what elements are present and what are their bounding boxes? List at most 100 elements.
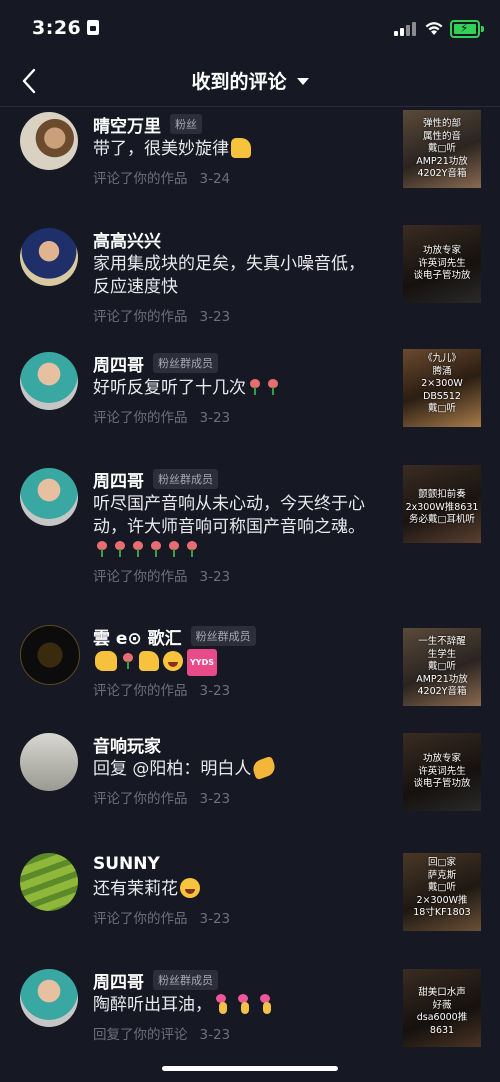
thumbs-up-emoji-icon	[139, 651, 159, 671]
comment-text: 听尽国产音响从未心动，今天终于心动，许大师音响可称国产音响之魂。	[93, 493, 368, 562]
status-time-text: 3:26	[32, 17, 82, 39]
avatar[interactable]	[20, 112, 78, 170]
page-title: 收到的评论	[191, 71, 287, 93]
comment-text-content: 带了，很美妙旋律	[93, 139, 229, 159]
comment-meta: 评论了你的作品 3-23	[93, 406, 230, 426]
battery-charging-icon: ⚡	[450, 20, 484, 38]
rose-emoji-icon	[150, 541, 162, 557]
grinning-emoji-icon	[163, 651, 183, 671]
avatar[interactable]	[20, 733, 78, 791]
comment-text: 好听反复听了十几次	[93, 377, 368, 400]
video-thumbnail[interactable]: 一生不辞醒 生学生 戴□听 AMP21功放 4202Y音箱	[403, 628, 481, 706]
comment-text: 陶醉听出耳油，	[93, 994, 368, 1017]
rose-emoji-icon	[114, 541, 126, 557]
laughing-emoji-icon	[180, 878, 200, 898]
comment-action: 评论了你的作品	[93, 309, 188, 325]
rose-emoji-icon	[168, 541, 180, 557]
rose-emoji-icon	[132, 541, 144, 557]
clapping-emoji-icon	[95, 651, 117, 671]
user-name[interactable]: 音响玩家	[93, 732, 161, 757]
comment-text: 回复 @阳柏：明白人	[93, 755, 368, 781]
comment-item[interactable]: 高高兴兴 家用集成块的足矣，失真小噪音低，反应速度快 评论了你的作品 3-23 功…	[0, 225, 500, 349]
comment-meta: 评论了你的作品 3-23	[93, 565, 230, 585]
comment-item[interactable]: 雲 e⊙ 歌汇 粉丝群成员 YYDS 评论了你的作品 3-23 一生不辞醒 生学生…	[0, 625, 500, 733]
rose-emoji-icon	[267, 379, 279, 395]
comment-date: 3-23	[199, 569, 231, 585]
comment-list[interactable]: 晴空万里 粉丝 带了，很美妙旋律 评论了你的作品 3-24 弹性的部 属性的音 戴…	[0, 107, 500, 1082]
avatar[interactable]	[20, 969, 78, 1027]
comment-item[interactable]: 周四哥 粉丝群成员 陶醉听出耳油， 回复了你的评论 3-23 甜美口水声 好薇 d…	[0, 969, 500, 1079]
thumbnail-caption: 甜美口水声 好薇 dsa6000推8631	[416, 987, 468, 1036]
comment-action: 评论了你的作品	[93, 791, 188, 807]
fan-badge: 粉丝	[170, 114, 202, 134]
comment-item[interactable]: 晴空万里 粉丝 带了，很美妙旋律 评论了你的作品 3-24 弹性的部 属性的音 戴…	[0, 107, 500, 225]
comment-meta: 评论了你的作品 3-23	[93, 907, 230, 927]
video-thumbnail[interactable]: 回□家 萨克斯 戴□听 2×300W推 18寸KF1803	[403, 853, 481, 931]
comment-item[interactable]: 周四哥 粉丝群成员 听尽国产音响从未心动，今天终于心动，许大师音响可称国产音响之…	[0, 465, 500, 625]
thumbnail-caption: 一生不辞醒 生学生 戴□听 AMP21功放 4202Y音箱	[416, 636, 468, 697]
comment-date: 3-23	[199, 309, 231, 325]
comment-date: 3-24	[199, 171, 231, 187]
comment-action: 评论了你的作品	[93, 171, 188, 187]
comment-date: 3-23	[199, 1027, 231, 1043]
comment-text-content: 听尽国产音响从未心动，今天终于心动，许大师音响可称国产音响之魂。	[93, 494, 365, 537]
rose-emoji-icon	[122, 653, 134, 669]
video-thumbnail[interactable]: 弹性的部 属性的音 戴□听 AMP21功放 4202Y音箱	[403, 110, 481, 188]
comment-text: 带了，很美妙旋律	[93, 138, 368, 161]
wifi-icon	[425, 22, 443, 35]
portrait-lock-icon	[87, 20, 100, 35]
home-indicator[interactable]	[162, 1066, 338, 1071]
user-name[interactable]: SUNNY	[93, 854, 160, 874]
avatar[interactable]	[20, 625, 80, 685]
avatar[interactable]	[20, 352, 78, 410]
comment-item[interactable]: SUNNY 还有茉莉花 评论了你的作品 3-23 回□家 萨克斯 戴□听 2×30…	[0, 853, 500, 969]
user-name[interactable]: 高高兴兴	[93, 227, 161, 252]
avatar[interactable]	[20, 853, 78, 911]
thumbnail-caption: 弹性的部 属性的音 戴□听 AMP21功放 4202Y音箱	[416, 118, 468, 179]
video-thumbnail[interactable]: 功放专家 许英词先生 谈电子管功放	[403, 733, 481, 811]
comment-meta: 评论了你的作品 3-23	[93, 787, 230, 807]
video-thumbnail[interactable]: 颤颤扣前奏 2x300W推8631 务必戴□耳机听	[403, 465, 481, 543]
thumbnail-caption: 功放专家 许英词先生 谈电子管功放	[413, 753, 471, 789]
user-name[interactable]: 周四哥	[93, 467, 144, 492]
rose-emoji-icon	[186, 541, 198, 557]
comment-action: 评论了你的作品	[93, 911, 188, 927]
comment-date: 3-23	[199, 911, 231, 927]
comment-date: 3-23	[199, 791, 231, 807]
comment-date: 3-23	[199, 683, 231, 699]
user-name[interactable]: 雲 e⊙ 歌汇	[93, 624, 182, 649]
status-bar: 3:26 ⚡	[0, 0, 500, 56]
rose-emoji-icon	[96, 541, 108, 557]
thumbs-up-emoji-icon	[231, 138, 251, 158]
avatar[interactable]	[20, 228, 78, 286]
fan-group-badge: 粉丝群成员	[190, 626, 256, 646]
user-name[interactable]: 晴空万里	[93, 112, 161, 137]
comment-item[interactable]: 周四哥 粉丝群成员 好听反复听了十几次 评论了你的作品 3-23 《九儿》 腾涌 …	[0, 349, 500, 465]
kiss-emoji-icon	[260, 994, 274, 1014]
comment-text-content: 好听反复听了十几次	[93, 378, 246, 398]
comment-text-content: 陶醉听出耳油，	[93, 995, 212, 1015]
comment-date: 3-23	[199, 410, 231, 426]
comment-action: 评论了你的作品	[93, 569, 188, 585]
user-name[interactable]: 周四哥	[93, 968, 144, 993]
comment-item[interactable]: 音响玩家 回复 @阳柏：明白人 评论了你的作品 3-23 功放专家 许英词先生 谈…	[0, 733, 500, 853]
avatar[interactable]	[20, 468, 78, 526]
fan-group-badge: 粉丝群成员	[153, 970, 218, 990]
cellular-signal-icon	[394, 20, 416, 36]
header: 收到的评论	[0, 56, 500, 107]
video-thumbnail[interactable]: 功放专家 许英词先生 谈电子管功放	[403, 225, 481, 303]
thumbnail-caption: 回□家 萨克斯 戴□听 2×300W推 18寸KF1803	[413, 857, 471, 918]
title-dropdown[interactable]: 收到的评论	[0, 67, 500, 94]
comment-action: 评论了你的作品	[93, 683, 188, 699]
comment-action: 回复了你的评论	[93, 1027, 188, 1043]
comment-action: 评论了你的作品	[93, 410, 188, 426]
status-time: 3:26	[32, 17, 100, 39]
comment-text: 家用集成块的足矣，失真小噪音低，反应速度快	[93, 254, 365, 297]
comment-meta: 评论了你的作品 3-23	[93, 305, 230, 325]
video-thumbnail[interactable]: 甜美口水声 好薇 dsa6000推8631	[403, 969, 481, 1047]
video-thumbnail[interactable]: 《九儿》 腾涌 2×300W DBS512 戴□听	[403, 349, 481, 427]
caret-down-icon	[296, 78, 309, 85]
thumbnail-caption: 功放专家 许英词先生 谈电子管功放	[413, 245, 471, 281]
ok-hand-emoji-icon	[250, 755, 278, 781]
user-name[interactable]: 周四哥	[93, 351, 144, 376]
